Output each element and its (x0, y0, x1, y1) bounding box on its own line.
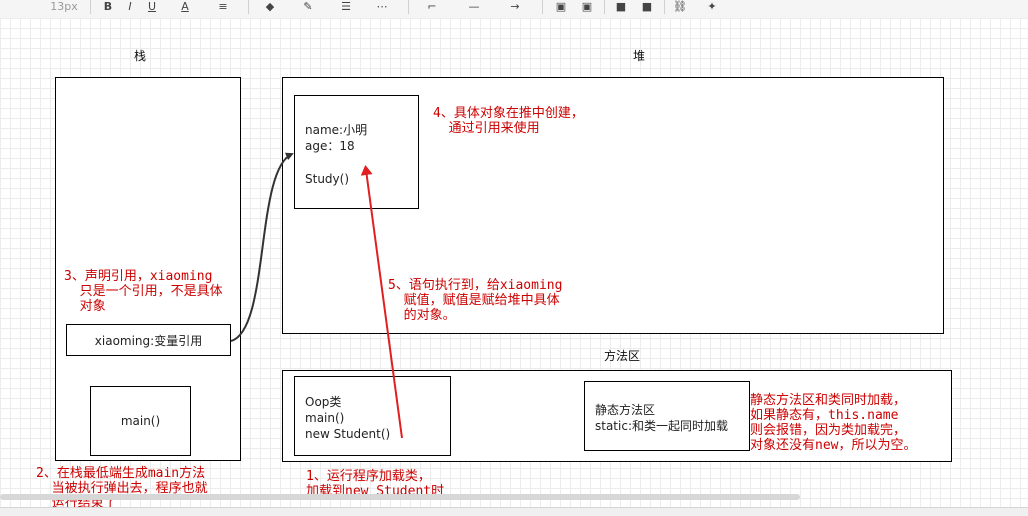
font-size-value: 13px (50, 0, 78, 13)
line-style-icon[interactable]: ☰ (336, 0, 356, 14)
main-frame-box[interactable]: main() (90, 386, 191, 456)
line-start-icon[interactable]: — (456, 0, 492, 14)
class-new-line: new Student() (305, 427, 391, 441)
method-area-label: 方法区 (604, 349, 641, 363)
lock-icon[interactable]: ■ (612, 0, 630, 14)
line-dash-icon[interactable]: ⋯ (372, 0, 392, 14)
class-name-line: Oop类 (305, 395, 342, 409)
italic-button[interactable]: I (122, 0, 138, 14)
object-box[interactable]: name:小明 age：18 Study() (294, 95, 419, 209)
static-area-desc: static:和类一起同时加载 (595, 419, 728, 433)
toolbar-divider (248, 0, 249, 14)
static-area-box[interactable]: 静态方法区 static:和类一起同时加载 (584, 381, 750, 451)
toolbar-divider (542, 0, 543, 14)
bold-button[interactable]: B (100, 0, 116, 14)
link-icon[interactable]: ⛓ (670, 0, 690, 14)
note-4: 4、具体对象在推中创建， 通过引用来使用 (433, 106, 584, 136)
class-main-line: main() (305, 411, 345, 425)
fill-color-icon[interactable]: ◆ (260, 0, 280, 14)
variable-reference-text: xiaoming:变量引用 (94, 333, 203, 348)
font-size-select[interactable]: 13px (46, 0, 82, 14)
class-box[interactable]: Oop类 main() new Student() (294, 376, 451, 456)
editor-toolbar: 13px B I U A ≡ ◆ ✎ ☰ ⋯ ⌐ — → ▣ ▣ ■ ■ ⛓ ✦ (0, 0, 1028, 19)
connector-icon[interactable]: ⌐ (422, 0, 442, 14)
object-method-field: Study() (305, 172, 350, 186)
underline-button[interactable]: U (144, 0, 160, 14)
to-back-icon[interactable]: ▣ (578, 0, 596, 14)
line-end-icon[interactable]: → (500, 0, 530, 14)
line-color-icon[interactable]: ✎ (298, 0, 318, 14)
magic-wand-icon[interactable]: ✦ (702, 0, 722, 14)
variable-reference-box[interactable]: xiaoming:变量引用 (66, 324, 231, 356)
toolbar-divider (664, 0, 665, 14)
toolbar-divider (604, 0, 605, 14)
heap-label: 堆 (633, 49, 646, 63)
object-age-field: age：18 (305, 139, 355, 153)
note-2: 2、在栈最低端生成main方法 当被执行弹出去，程序也就 运行结束了 (36, 466, 208, 511)
static-area-title: 静态方法区 (595, 403, 656, 417)
toolbar-divider (408, 0, 409, 14)
group-icon[interactable]: ■ (638, 0, 656, 14)
font-color-button[interactable]: A (176, 0, 194, 14)
to-front-icon[interactable]: ▣ (552, 0, 570, 14)
static-note: 静态方法区和类同时加载， 如果静态有，this.name 则会报错，因为类加载完，对… (750, 393, 917, 453)
note-5: 5、语句执行到，给xiaoming 赋值，赋值是赋给堆中具体 的对象。 (388, 278, 563, 323)
align-icon[interactable]: ≡ (214, 0, 232, 14)
main-frame-text: main() (120, 414, 161, 428)
note-3: 3、声明引用，xiaoming 只是一个引用，不是具体 对象 (64, 269, 223, 314)
toolbar-divider (90, 0, 91, 14)
object-name-field: name:小明 (305, 123, 368, 137)
horizontal-scrollbar[interactable] (0, 494, 800, 500)
stack-label: 栈 (134, 49, 147, 63)
